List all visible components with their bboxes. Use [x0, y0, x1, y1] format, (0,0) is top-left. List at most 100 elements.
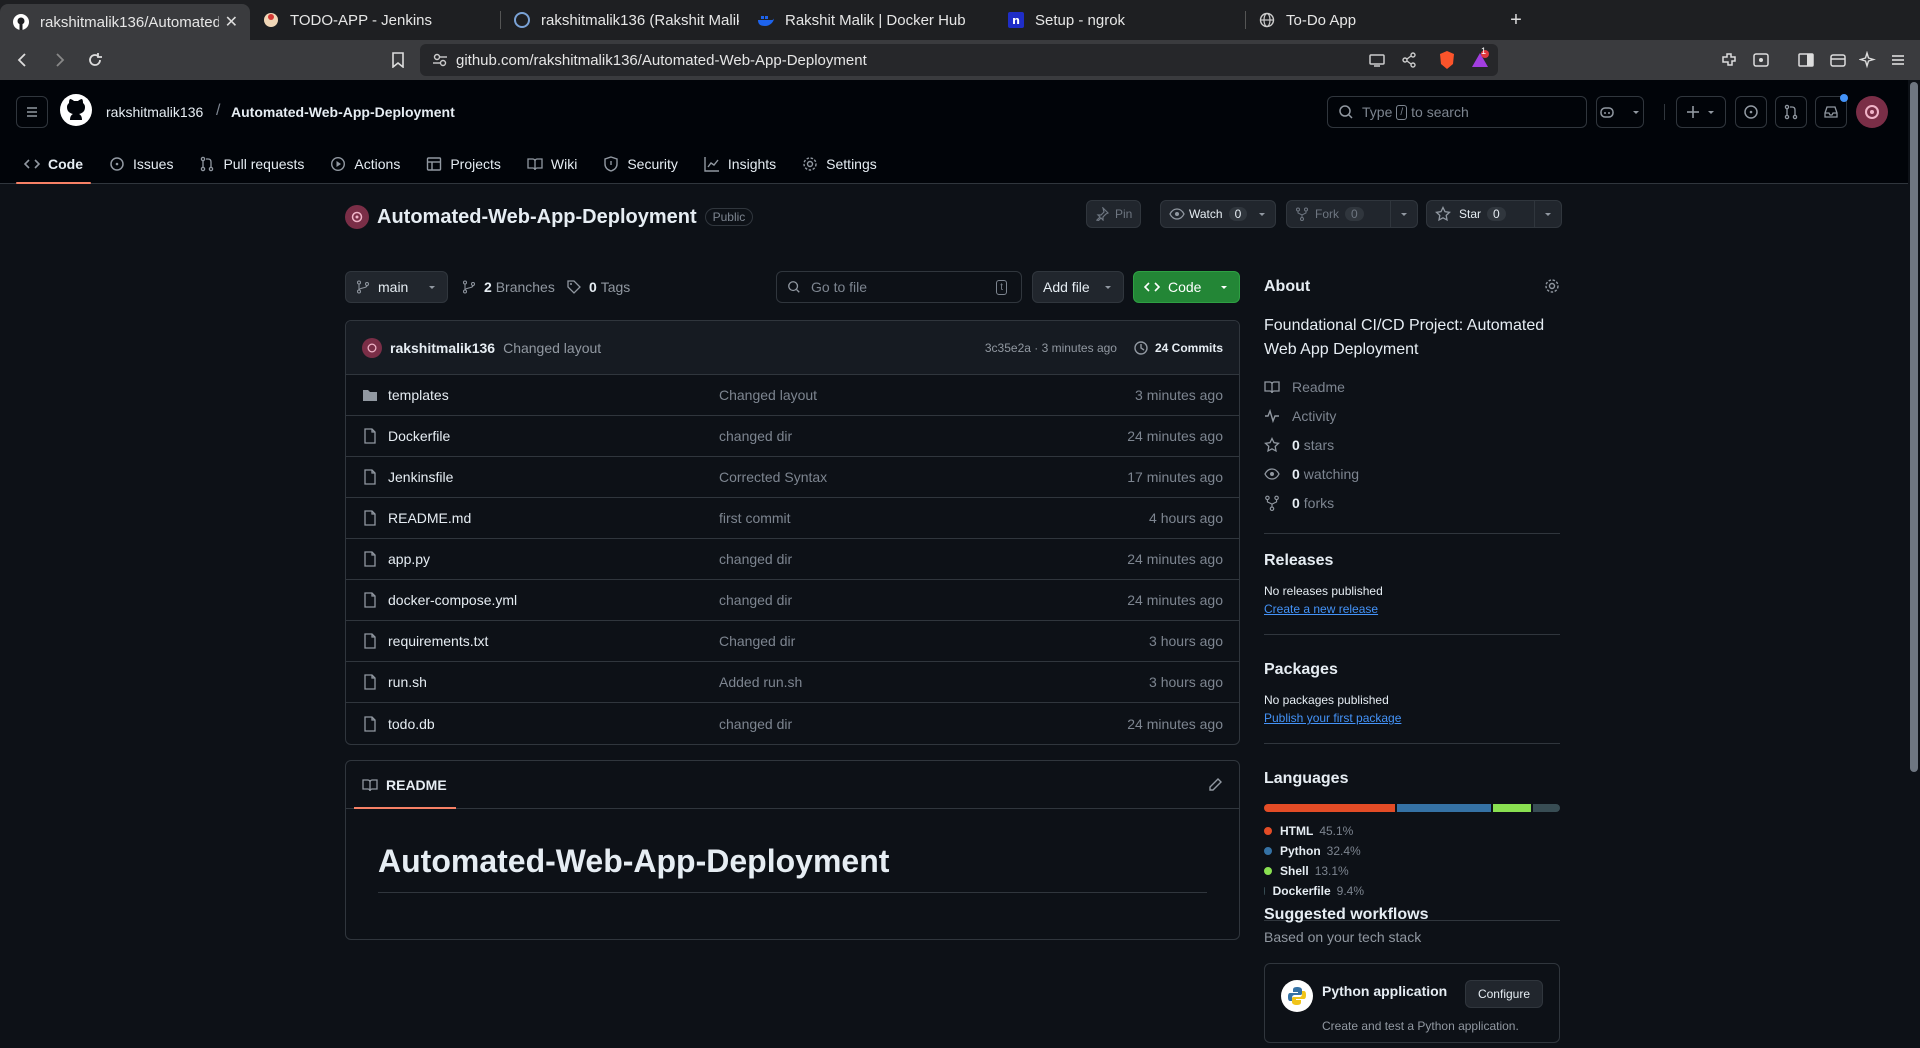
tab-actions[interactable]: Actions — [322, 144, 408, 184]
brave-shields-icon[interactable] — [1438, 50, 1456, 70]
file-commit-message[interactable]: changed dir — [719, 716, 1127, 732]
cast-icon[interactable] — [1368, 51, 1386, 69]
create-new-button[interactable] — [1676, 96, 1726, 128]
tab-security[interactable]: Security — [595, 144, 686, 184]
file-commit-message[interactable]: Added run.sh — [719, 674, 1149, 690]
file-commit-message[interactable]: first commit — [719, 510, 1149, 526]
watch-button[interactable]: Watch 0 — [1160, 200, 1277, 228]
file-name[interactable]: run.sh — [388, 674, 719, 690]
owner-avatar[interactable] — [345, 205, 369, 229]
readme-link[interactable]: Readme — [1264, 372, 1560, 401]
reload-button[interactable] — [80, 45, 110, 75]
activity-link[interactable]: Activity — [1264, 401, 1560, 430]
tags-link[interactable]: 0 Tags — [567, 279, 630, 295]
file-name[interactable]: requirements.txt — [388, 633, 719, 649]
table-row[interactable]: Dockerfile changed dir 24 minutes ago — [346, 416, 1239, 457]
github-logo-icon[interactable] — [60, 94, 92, 126]
language-item[interactable]: Python 32.4% — [1264, 844, 1364, 858]
tab-settings[interactable]: Settings — [794, 144, 885, 184]
chevron-down-icon[interactable] — [1257, 209, 1267, 219]
table-row[interactable]: requirements.txt Changed dir 3 hours ago — [346, 621, 1239, 662]
language-item[interactable]: Dockerfile 9.4% — [1264, 884, 1364, 898]
menu-icon[interactable] — [1886, 48, 1910, 72]
chevron-down-icon[interactable] — [1534, 201, 1553, 227]
tab-pull-requests[interactable]: Pull requests — [191, 144, 312, 184]
table-row[interactable]: run.sh Added run.sh 3 hours ago — [346, 662, 1239, 703]
tab-wiki[interactable]: Wiki — [519, 144, 585, 184]
file-name[interactable]: README.md — [388, 510, 719, 526]
commit-author-avatar[interactable] — [362, 337, 382, 358]
table-row[interactable]: app.py changed dir 24 minutes ago — [346, 539, 1239, 580]
file-commit-message[interactable]: changed dir — [719, 428, 1127, 444]
site-settings-icon[interactable] — [432, 52, 448, 68]
table-row[interactable]: todo.db changed dir 24 minutes ago — [346, 703, 1239, 744]
file-name[interactable]: Dockerfile — [388, 428, 719, 444]
table-row[interactable]: docker-compose.yml changed dir 24 minutes … — [346, 580, 1239, 621]
go-to-file-input[interactable]: Go to file t — [776, 271, 1022, 303]
language-item[interactable]: Shell 13.1% — [1264, 864, 1374, 878]
commit-sha-time[interactable]: 3c35e2a · 3 minutes ago — [985, 341, 1117, 355]
add-file-button[interactable]: Add file — [1032, 271, 1124, 303]
language-item[interactable]: HTML 45.1% — [1264, 824, 1374, 838]
edit-pencil-icon[interactable] — [1207, 777, 1223, 793]
search-input[interactable]: Type / to search — [1327, 96, 1587, 128]
file-commit-message[interactable]: Changed dir — [719, 633, 1149, 649]
browser-tab-todo-app[interactable]: To-Do App — [1246, 0, 1496, 40]
file-name[interactable]: app.py — [388, 551, 719, 567]
extensions-icon[interactable] — [1717, 48, 1741, 72]
repo-name-link[interactable]: Automated-Web-App-Deployment — [231, 104, 455, 120]
star-button[interactable]: Star 0 — [1426, 200, 1562, 228]
share-icon[interactable] — [1400, 51, 1418, 69]
commits-link[interactable]: 24 Commits — [1133, 340, 1223, 356]
inbox-button[interactable] — [1815, 94, 1848, 128]
readme-tab[interactable]: README — [346, 761, 1239, 809]
leo-ai-icon[interactable] — [1856, 48, 1880, 72]
file-name[interactable]: docker-compose.yml — [388, 592, 719, 608]
watching-link[interactable]: 0 watching — [1264, 459, 1560, 488]
branches-link[interactable]: 2 Branches — [462, 279, 555, 295]
tab-projects[interactable]: Projects — [418, 144, 509, 184]
browser-tab-docker-hub-user[interactable]: rakshitmalik136 (Rakshit Malik) — [501, 0, 751, 40]
owner-link[interactable]: rakshitmalik136 — [106, 104, 203, 120]
create-release-link[interactable]: Create a new release — [1264, 602, 1560, 616]
gear-icon[interactable] — [1544, 278, 1560, 294]
tab-issues[interactable]: Issues — [101, 144, 181, 184]
file-name[interactable]: Jenkinsfile — [388, 469, 719, 485]
releases-title[interactable]: Releases — [1264, 552, 1560, 570]
fork-button[interactable]: Fork 0 — [1286, 200, 1418, 228]
publish-package-link[interactable]: Publish your first package — [1264, 711, 1560, 725]
repo-title-text[interactable]: Automated-Web-App-Deployment — [377, 206, 697, 229]
commit-author[interactable]: rakshitmalik136 — [390, 340, 495, 356]
new-tab-button[interactable]: + — [1496, 0, 1536, 40]
tab-insights[interactable]: Insights — [696, 144, 784, 184]
table-row[interactable]: README.md first commit 4 hours ago — [346, 498, 1239, 539]
stars-link[interactable]: 0 stars — [1264, 430, 1560, 459]
file-commit-message[interactable]: changed dir — [719, 551, 1127, 567]
avatar[interactable] — [1856, 96, 1888, 128]
bookmark-icon[interactable] — [386, 48, 410, 72]
branch-select[interactable]: main — [345, 271, 448, 303]
wallet-icon[interactable] — [1826, 48, 1850, 72]
file-commit-message[interactable]: Corrected Syntax — [719, 469, 1127, 485]
browser-tab-docker[interactable]: Rakshit Malik | Docker Hub — [745, 0, 995, 40]
file-name[interactable]: todo.db — [388, 716, 719, 732]
table-row[interactable]: Jenkinsfile Corrected Syntax 17 minutes ag… — [346, 457, 1239, 498]
page-scrollbar[interactable] — [1908, 80, 1920, 1048]
media-icon[interactable] — [1749, 48, 1773, 72]
chevron-down-icon[interactable] — [1390, 201, 1409, 227]
brave-rewards-icon[interactable] — [1470, 50, 1490, 70]
browser-tab-jenkins[interactable]: TODO-APP - Jenkins — [250, 0, 500, 40]
tab-code[interactable]: Code — [16, 144, 91, 184]
scrollbar-thumb[interactable] — [1910, 82, 1918, 772]
close-tab-icon[interactable]: ✕ — [225, 12, 238, 32]
packages-title[interactable]: Packages — [1264, 661, 1560, 679]
back-button[interactable] — [8, 45, 38, 75]
pull-requests-button[interactable] — [1775, 96, 1807, 128]
forward-button[interactable] — [44, 45, 74, 75]
global-menu-button[interactable] — [16, 96, 48, 128]
configure-button[interactable]: Configure — [1464, 980, 1543, 1008]
commit-message[interactable]: Changed layout — [503, 340, 601, 356]
pin-button[interactable]: Pin — [1086, 200, 1142, 228]
sidebar-toggle-icon[interactable] — [1794, 48, 1818, 72]
browser-tab-ngrok[interactable]: n Setup - ngrok — [995, 0, 1245, 40]
